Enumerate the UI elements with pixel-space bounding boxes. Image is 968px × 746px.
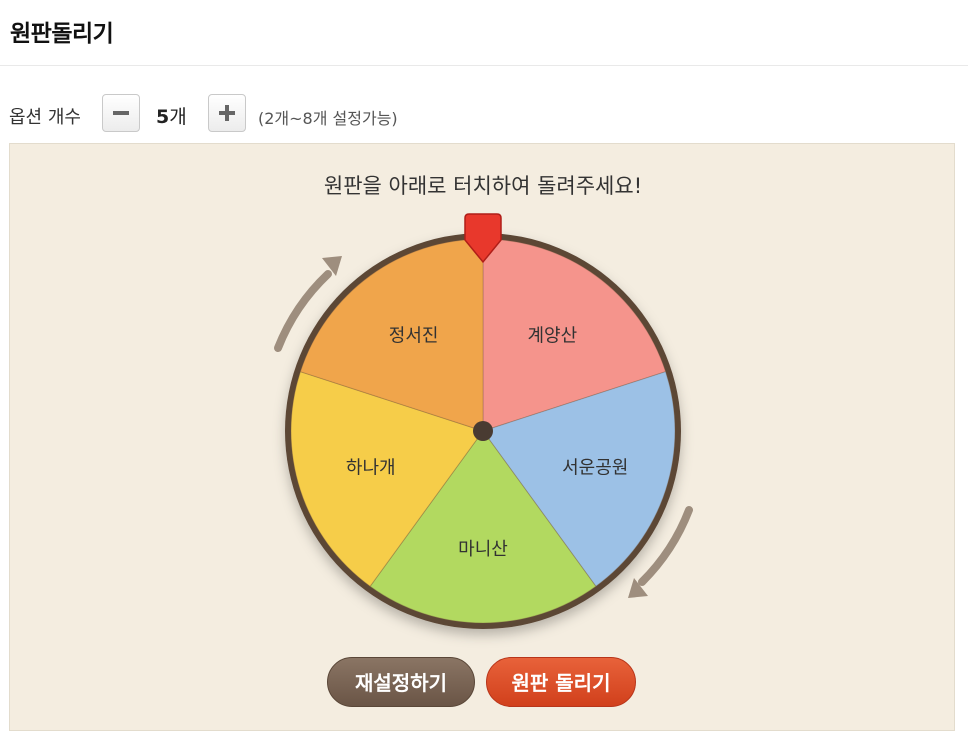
spin-wheel[interactable]: 계양산서운공원마니산 하나개 정서진 [285, 233, 681, 629]
reset-button[interactable]: 재설정하기 [327, 657, 475, 707]
plus-icon [219, 105, 235, 121]
option-count-unit: 개 [169, 106, 187, 128]
decrease-button[interactable] [102, 94, 140, 132]
option-range-note: (2개~8개 설정가능) [258, 109, 398, 128]
option-count-display: 5개 [156, 102, 187, 129]
spin-button[interactable]: 원판 돌리기 [486, 657, 636, 707]
increase-button[interactable] [208, 94, 246, 132]
wheel-segment-label: 서운공원 [562, 457, 628, 478]
wheel-center-hub [473, 421, 493, 441]
wheel-area: 계양산서운공원마니산 하나개 정서진 [274, 213, 693, 629]
option-count-label: 옵션 개수 [9, 107, 81, 128]
wheel-segment-label: 정서진 [389, 326, 439, 347]
wheel-board: 원판을 아래로 터치하여 돌려주세요! 계양산 서운공원 마니산 하나개 정서진 재설정… [9, 143, 955, 731]
page-title: 원판돌리기 [10, 21, 114, 47]
wheel-segment-label: 마니산 [458, 539, 508, 560]
header: 원판돌리기 [0, 0, 968, 66]
wheel-segment-label: 계양산 [528, 326, 578, 347]
option-count-bar: 옵션 개수 5개 (2개~8개 설정가능) [0, 92, 968, 136]
option-count-value: 5 [156, 106, 170, 128]
minus-icon [113, 111, 129, 115]
wheel-segment-label: 하나개 [346, 457, 396, 478]
